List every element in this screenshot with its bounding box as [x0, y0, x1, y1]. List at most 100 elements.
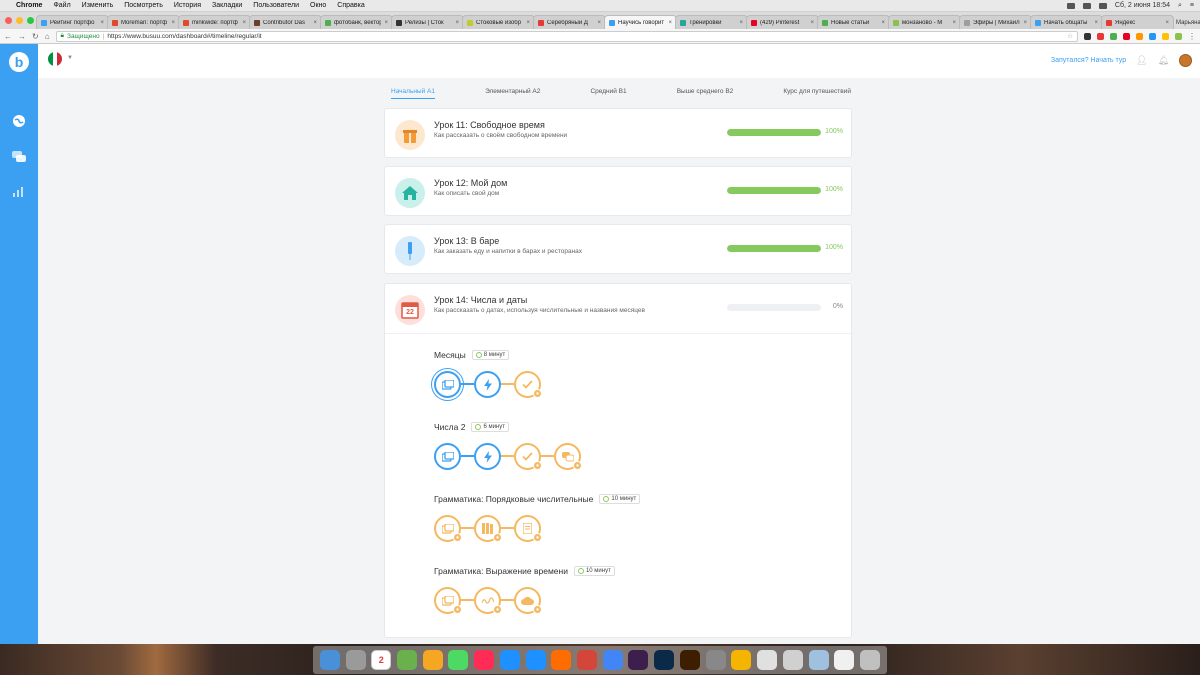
dock-app-icon[interactable] [705, 650, 726, 670]
activity-node[interactable]: ★ [514, 515, 542, 542]
close-tab-icon[interactable]: × [597, 20, 601, 26]
close-tab-icon[interactable]: × [384, 20, 388, 26]
extension-icon[interactable] [1097, 32, 1104, 40]
menu-edit[interactable]: Изменить [82, 2, 114, 9]
start-tour-link[interactable]: Запутался? Начать тур [1051, 57, 1126, 64]
browser-tab[interactable]: (429) Pinterest × [746, 15, 819, 29]
activity-node[interactable]: ★ [474, 515, 502, 542]
dock-app-icon[interactable] [577, 650, 598, 670]
menu-history[interactable]: История [174, 2, 201, 9]
browser-tab[interactable]: Серебряный Д × [533, 15, 606, 29]
dock-app-icon[interactable] [397, 650, 418, 670]
close-tab-icon[interactable]: × [739, 20, 743, 26]
url-field[interactable]: 🔒︎ Защищено | https://www.busuu.com/dash… [55, 30, 1078, 42]
lesson-card-13[interactable]: Урок 13: В баре Как заказать еду и напит… [384, 224, 852, 274]
dock-app-icon[interactable] [551, 650, 572, 670]
extension-icon[interactable] [1084, 32, 1091, 40]
browser-tab[interactable]: Contributor Das × [249, 15, 322, 29]
browser-tab[interactable]: Релизы | Сток × [391, 15, 464, 29]
wifi-icon[interactable] [1082, 2, 1091, 9]
home-icon[interactable]: ⌂ [45, 32, 50, 41]
dock-app-icon[interactable] [499, 650, 520, 670]
close-tab-icon[interactable]: × [242, 20, 246, 26]
forward-icon[interactable]: → [18, 32, 26, 41]
browser-tab[interactable]: фотобанк, вектор × [320, 15, 393, 29]
menu-window[interactable]: Окно [310, 2, 326, 9]
close-tab-icon[interactable]: × [1094, 20, 1098, 26]
level-tab[interactable]: Начальный A1 [391, 88, 435, 99]
activity-node[interactable]: ★ [434, 587, 462, 614]
close-tab-icon[interactable]: × [810, 20, 814, 26]
dock-app-icon[interactable] [474, 650, 495, 670]
activity-node[interactable] [474, 371, 501, 398]
browser-tab[interactable]: Moreman: портф × [107, 15, 180, 29]
activity-node[interactable]: ★ [514, 587, 542, 614]
browser-tab[interactable]: Яндекс × [1101, 15, 1174, 29]
dock-app-icon[interactable] [628, 650, 649, 670]
menu-help[interactable]: Справка [337, 2, 364, 9]
calendar-app-icon[interactable]: 2 [371, 650, 392, 670]
zoom-window-button[interactable] [27, 17, 34, 24]
menubar-clock[interactable]: Сб, 2 июня 18:54 [1115, 2, 1170, 9]
close-tab-icon[interactable]: × [881, 20, 885, 26]
avatar[interactable] [1179, 54, 1192, 67]
busuu-logo[interactable]: b [9, 52, 29, 72]
bookmark-star-icon[interactable]: ☆ [1067, 32, 1073, 40]
activity-node[interactable] [434, 371, 461, 398]
pinterest-extension-icon[interactable] [1123, 32, 1130, 40]
close-tab-icon[interactable]: × [668, 20, 672, 26]
globe-icon[interactable] [11, 114, 27, 131]
menu-file[interactable]: Файл [53, 2, 70, 9]
dock-app-icon[interactable] [319, 650, 340, 670]
minimize-window-button[interactable] [16, 17, 23, 24]
activity-node[interactable]: ★ [514, 371, 542, 398]
browser-tab[interactable]: Стоковые изобр × [462, 15, 535, 29]
extension-icon[interactable] [1110, 32, 1117, 40]
activity-node[interactable] [434, 443, 461, 470]
chrome-menu-icon[interactable]: ⋮ [1188, 32, 1196, 41]
browser-tab[interactable]: Новые статьи × [817, 15, 890, 29]
chat-icon[interactable] [11, 150, 27, 166]
extension-icon[interactable] [1149, 32, 1156, 40]
chevron-down-icon[interactable]: ▼ [67, 55, 73, 61]
back-icon[interactable]: ← [4, 32, 12, 41]
close-tab-icon[interactable]: × [171, 20, 175, 26]
search-icon[interactable]: ⌕ [1178, 2, 1182, 10]
dock-app-icon[interactable] [422, 650, 443, 670]
italian-flag-icon[interactable] [48, 52, 62, 66]
close-tab-icon[interactable]: × [313, 20, 317, 26]
level-tab[interactable]: Выше среднего B2 [677, 88, 734, 99]
profile-name[interactable]: Марьяна [1172, 20, 1200, 29]
extension-icon[interactable] [1162, 32, 1169, 40]
browser-tab[interactable]: Начать общаты × [1030, 15, 1103, 29]
menu-view[interactable]: Посмотреть [124, 2, 163, 9]
dock-app-icon[interactable] [448, 650, 469, 670]
close-window-button[interactable] [5, 17, 12, 24]
dock-app-icon[interactable] [731, 650, 752, 670]
menubar-app-name[interactable]: Chrome [16, 2, 42, 9]
dock-app-icon[interactable] [834, 650, 855, 670]
level-tab[interactable]: Элементарный A2 [485, 88, 540, 99]
menu-people[interactable]: Пользователи [253, 2, 299, 9]
close-tab-icon[interactable]: × [1165, 20, 1169, 26]
notifications-bell-icon[interactable]: 🔔︎ [1158, 55, 1169, 66]
lesson-card-11[interactable]: Урок 11: Свободное время Как рассказать … [384, 108, 852, 158]
dock-app-icon[interactable] [525, 650, 546, 670]
browser-tab[interactable]: minkwide: портф × [178, 15, 251, 29]
menu-list-icon[interactable]: ≡ [1190, 2, 1194, 9]
level-tab[interactable]: Средний B1 [590, 88, 626, 99]
activity-node[interactable]: ★ [474, 587, 502, 614]
dock-app-icon[interactable] [757, 650, 778, 670]
close-tab-icon[interactable]: × [1023, 20, 1027, 26]
browser-tab[interactable]: монзаново - М × [888, 15, 961, 29]
reload-icon[interactable]: ↻ [32, 32, 39, 41]
battery-icon[interactable] [1066, 2, 1075, 9]
level-tab[interactable]: Курс для путешествий [783, 88, 851, 99]
dock-app-icon[interactable] [679, 650, 700, 670]
close-tab-icon[interactable]: × [952, 20, 956, 26]
dock-app-icon[interactable] [859, 650, 880, 670]
add-friends-icon[interactable]: 👤︎ [1136, 55, 1147, 66]
dock-app-icon[interactable] [654, 650, 675, 670]
extension-icon[interactable] [1175, 32, 1182, 40]
browser-tab[interactable]: Тренировки × [675, 15, 748, 29]
